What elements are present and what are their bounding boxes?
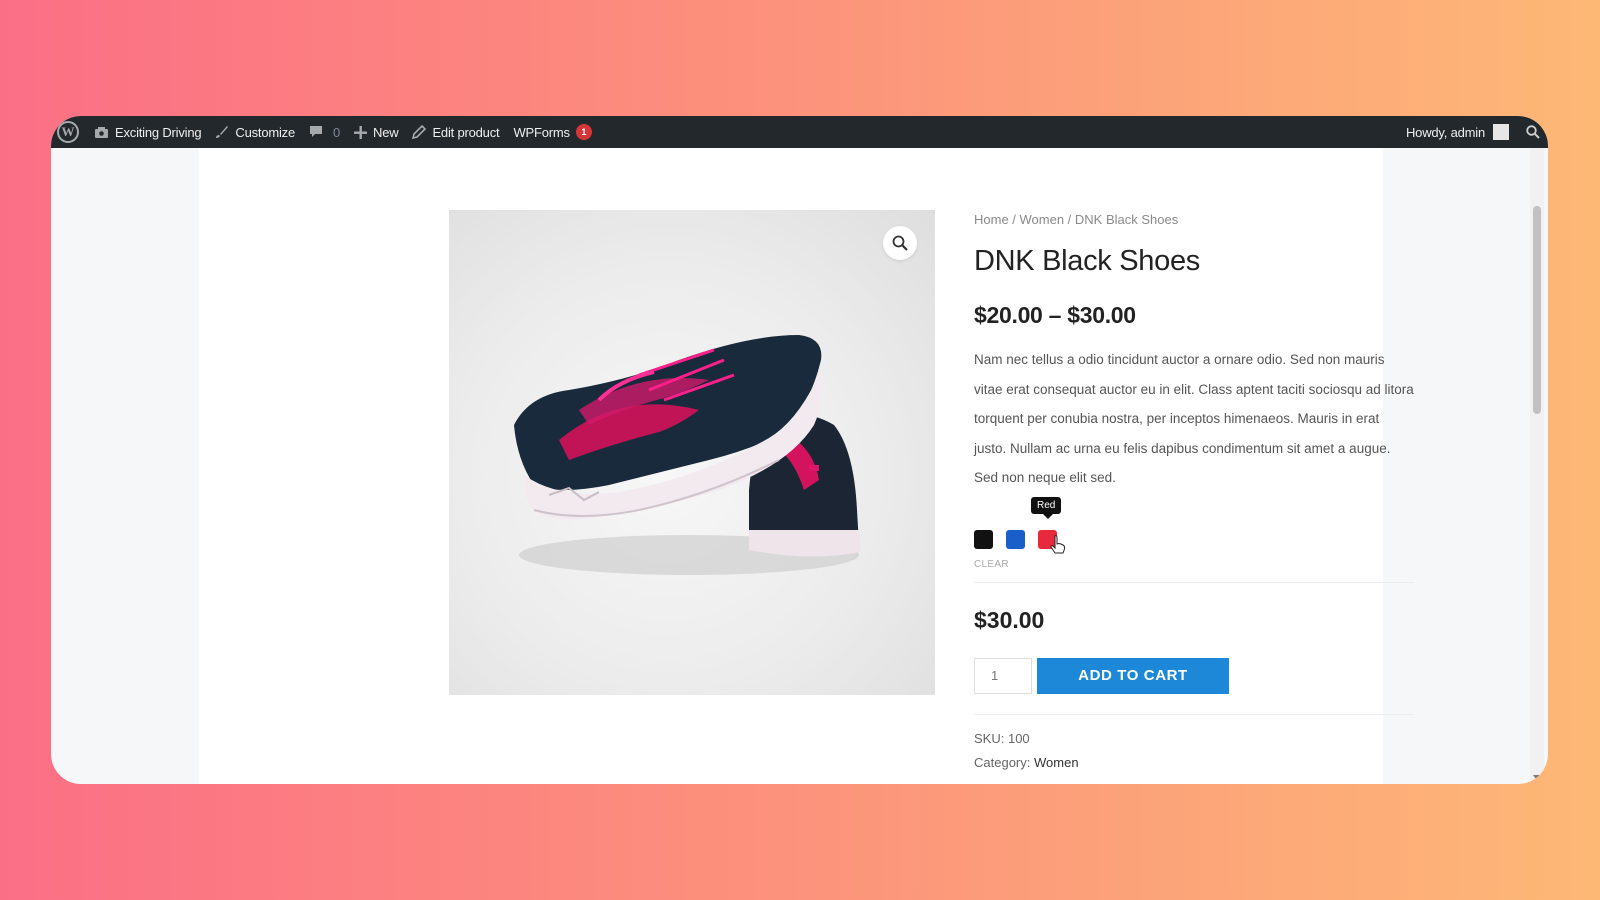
- divider: [974, 713, 1414, 715]
- category-link[interactable]: Women: [1034, 755, 1079, 770]
- notification-badge: 1: [575, 124, 592, 140]
- sku-value: 100: [1007, 730, 1030, 746]
- hand-cursor-icon: [1050, 534, 1066, 553]
- plus-icon: [354, 125, 368, 139]
- admin-bar: W Exciting Driving Customize 0 New Edit …: [51, 116, 1548, 148]
- home-icon: [95, 126, 108, 138]
- admin-bar-customize[interactable]: Customize: [208, 116, 302, 148]
- admin-bar-edit-product[interactable]: Edit product: [405, 116, 506, 148]
- magnifier-icon: [892, 235, 908, 251]
- swatch-black[interactable]: [974, 530, 993, 549]
- product-image[interactable]: [449, 210, 935, 695]
- category-line: Category: Women: [974, 755, 1424, 770]
- zoom-button[interactable]: [883, 226, 917, 260]
- search-icon[interactable]: [1526, 125, 1540, 139]
- product-description: Nam nec tellus a odio tincidunt auctor a…: [974, 352, 1414, 485]
- admin-bar-wpforms[interactable]: WPForms 1: [506, 116, 598, 148]
- category-label: Category:: [974, 754, 1031, 770]
- admin-bar-site-name[interactable]: Exciting Driving: [87, 116, 208, 148]
- quantity-input[interactable]: [974, 657, 1032, 694]
- scroll-down-arrow-icon[interactable]: [1533, 775, 1541, 780]
- comment-icon: [310, 126, 322, 137]
- pencil-icon: [412, 125, 427, 139]
- sneaker-image: [514, 335, 861, 575]
- product-summary: Home / Women / DNK Black Shoes DNK Black…: [974, 210, 1424, 770]
- add-to-cart-button[interactable]: ADD TO CART: [1037, 657, 1229, 694]
- variation-price: $30.00: [974, 606, 1045, 633]
- sku-label: SKU:: [974, 730, 1005, 746]
- add-to-cart-form: ADD TO CART: [974, 657, 1424, 694]
- clear-link[interactable]: CLEAR: [974, 559, 1424, 570]
- admin-bar-comments[interactable]: 0: [302, 116, 347, 148]
- product-title: DNK Black Shoes: [974, 245, 1200, 277]
- page-content: Home / Women / DNK Black Shoes DNK Black…: [199, 148, 1414, 784]
- scrollbar[interactable]: [1530, 148, 1544, 784]
- swatch-blue[interactable]: [1006, 530, 1025, 549]
- wordpress-logo-icon[interactable]: W: [57, 121, 79, 143]
- avatar: [1493, 124, 1509, 140]
- admin-bar-new[interactable]: New: [347, 116, 405, 148]
- breadcrumb[interactable]: Home / Women / DNK Black Shoes: [974, 212, 1424, 227]
- color-swatches: Red: [974, 496, 1424, 553]
- price-range: $20.00 – $30.00: [974, 302, 1136, 328]
- admin-bar-account[interactable]: Howdy, admin: [1399, 116, 1526, 148]
- sku-line: SKU: 100: [974, 731, 1424, 746]
- browser-window: W Exciting Driving Customize 0 New Edit …: [51, 116, 1548, 784]
- swatch-tooltip: Red: [1031, 496, 1062, 519]
- divider: [974, 581, 1414, 583]
- scrollbar-thumb[interactable]: [1533, 206, 1541, 414]
- brush-icon: [216, 126, 229, 138]
